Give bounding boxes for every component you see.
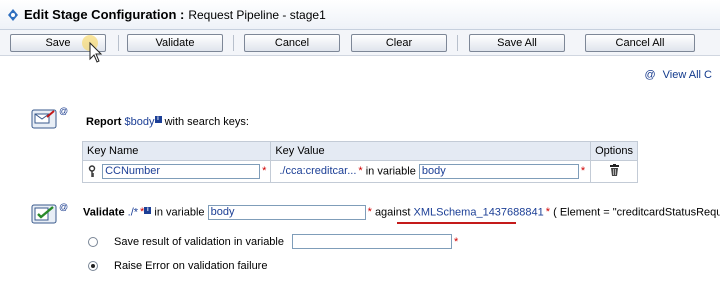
delete-icon[interactable] — [609, 163, 620, 177]
save-all-button[interactable]: Save All — [469, 34, 565, 52]
at-icon[interactable]: @ — [59, 202, 68, 212]
key-icon — [88, 165, 96, 177]
schema-underline — [397, 222, 516, 224]
key-name-input[interactable]: CCNumber — [102, 164, 261, 179]
report-header: Report $body i with search keys: — [86, 116, 249, 128]
at-icon[interactable]: @ — [59, 106, 68, 116]
info-icon[interactable]: i — [144, 206, 152, 214]
view-all-link[interactable]: @ View All C — [644, 69, 712, 81]
validate-row: Validate ./* * i in variable body * against… — [83, 205, 720, 220]
report-label: Report — [86, 116, 122, 128]
cancel-button[interactable]: Cancel — [244, 34, 340, 52]
key-variable-input[interactable]: body — [418, 164, 579, 179]
toolbar: Save Validate Cancel Clear Save All Canc… — [0, 30, 720, 56]
against-label: against — [374, 206, 411, 219]
column-header: Options — [590, 141, 638, 161]
toolbar-separator — [118, 35, 119, 51]
raise-error-label: Raise Error on validation failure — [114, 260, 268, 272]
page-title: Edit Stage Configuration : — [24, 7, 185, 22]
column-header: Key Value — [270, 141, 592, 161]
report-variable[interactable]: $body — [125, 116, 155, 128]
search-keys-table: Key Name Key Value Options CCNumber * ./c… — [81, 141, 638, 183]
raise-error-option[interactable]: Raise Error on validation failure — [88, 260, 267, 272]
schema-link[interactable]: XMLSchema_1437688841 — [413, 206, 543, 218]
validate-button[interactable]: Validate — [127, 34, 223, 52]
clear-button[interactable]: Clear — [351, 34, 447, 52]
required-marker: * — [358, 165, 363, 178]
options-cell — [590, 160, 638, 183]
raise-error-radio[interactable] — [88, 261, 98, 271]
save-result-option[interactable]: Save result of validation in variable * — [88, 234, 458, 249]
report-suffix: with search keys: — [164, 116, 249, 128]
cancel-all-button[interactable]: Cancel All — [585, 34, 695, 52]
required-marker: * — [580, 165, 586, 178]
validate-variable-input[interactable]: body — [207, 205, 366, 220]
save-result-label: Save result of validation in variable — [114, 235, 284, 248]
element-info: ( Element = "creditcardStatusRequest" ) — [553, 206, 720, 219]
stage-config-icon — [8, 8, 18, 21]
required-marker: * — [262, 165, 267, 178]
table-row: CCNumber * ./cca:creditcar... * in variabl… — [81, 160, 638, 183]
at-icon: @ — [644, 69, 656, 81]
required-marker: * — [453, 235, 459, 248]
mouse-cursor-icon — [82, 35, 103, 63]
title-bar: Edit Stage Configuration : Request Pipel… — [0, 0, 720, 30]
toolbar-separator — [233, 35, 234, 51]
required-marker: * — [545, 206, 551, 219]
in-variable-label: in variable — [365, 165, 416, 178]
in-variable-label: in variable — [154, 206, 205, 219]
key-value-cell: ./cca:creditcar... * in variable body * — [270, 160, 592, 183]
page-subtitle: Request Pipeline - stage1 — [188, 7, 326, 22]
validate-xpath[interactable]: ./* — [128, 206, 138, 218]
column-header: Key Name — [81, 141, 272, 161]
required-marker: * — [367, 206, 372, 219]
report-action-icon[interactable] — [31, 108, 57, 130]
key-value-xpath[interactable]: ./cca:creditcar... — [279, 165, 356, 177]
save-result-variable-input[interactable] — [291, 234, 452, 249]
toolbar-separator — [457, 35, 458, 51]
validate-action-icon[interactable] — [31, 203, 57, 225]
view-all-label: View All C — [662, 69, 712, 81]
validate-label: Validate — [83, 206, 125, 219]
info-icon[interactable]: i — [154, 116, 162, 124]
save-result-radio[interactable] — [88, 236, 98, 247]
key-name-cell: CCNumber * — [81, 160, 272, 183]
